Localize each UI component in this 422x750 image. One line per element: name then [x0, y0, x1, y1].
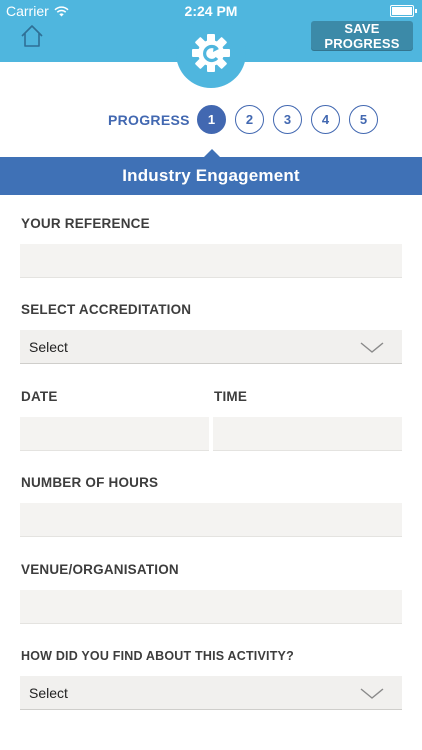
section-title: Industry Engagement: [0, 157, 422, 195]
save-progress-button[interactable]: SAVE PROGRESS: [311, 21, 413, 51]
progress-label: PROGRESS: [108, 112, 190, 128]
progress-step-3[interactable]: 3: [273, 105, 302, 134]
progress-step-1[interactable]: 1: [197, 105, 226, 134]
progress-indicator: PROGRESS 1 2 3 4 5: [0, 102, 422, 138]
chevron-down-icon: [360, 688, 384, 699]
progress-step-2[interactable]: 2: [235, 105, 264, 134]
reference-label: YOUR REFERENCE: [21, 216, 150, 231]
gear-icon: [192, 34, 230, 72]
app-logo: [176, 18, 246, 88]
date-input[interactable]: [20, 417, 209, 451]
banner-pointer: [204, 149, 220, 157]
venue-label: VENUE/ORGANISATION: [21, 562, 179, 577]
found-select-value: Select: [29, 685, 68, 701]
battery-icon: [390, 5, 417, 17]
status-time: 2:24 PM: [184, 3, 238, 19]
home-icon: [21, 25, 43, 47]
home-button[interactable]: [18, 22, 46, 50]
time-input[interactable]: [213, 417, 402, 451]
reference-input[interactable]: [20, 244, 402, 278]
progress-step-5[interactable]: 5: [349, 105, 378, 134]
time-label: TIME: [214, 389, 248, 404]
progress-step-4[interactable]: 4: [311, 105, 340, 134]
venue-input[interactable]: [20, 590, 402, 624]
accreditation-label: SELECT ACCREDITATION: [21, 302, 192, 317]
accreditation-select[interactable]: Select: [20, 330, 402, 364]
chevron-down-icon: [360, 342, 384, 353]
found-label: HOW DID YOU FIND ABOUT THIS ACTIVITY?: [21, 649, 294, 663]
hours-label: NUMBER OF HOURS: [21, 475, 159, 490]
date-label: DATE: [21, 389, 58, 404]
hours-input[interactable]: [20, 503, 402, 537]
found-select[interactable]: Select: [20, 676, 402, 710]
accreditation-select-value: Select: [29, 339, 68, 355]
